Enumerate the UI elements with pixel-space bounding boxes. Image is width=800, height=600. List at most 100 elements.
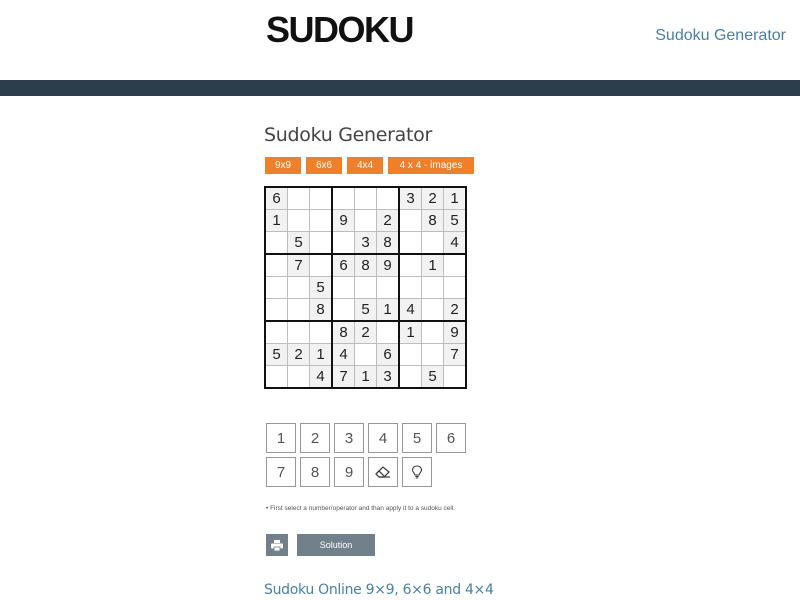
pad-button-6[interactable]: 6 bbox=[436, 423, 466, 453]
sudoku-cell[interactable] bbox=[398, 365, 422, 389]
sudoku-cell[interactable]: 4 bbox=[331, 343, 355, 366]
mode-button-9x9[interactable]: 9x9 bbox=[265, 157, 301, 174]
sudoku-cell[interactable]: 1 bbox=[376, 298, 400, 322]
eraser-button[interactable] bbox=[368, 457, 398, 487]
sudoku-cell[interactable] bbox=[354, 276, 377, 299]
sudoku-cell[interactable]: 8 bbox=[309, 298, 333, 322]
sudoku-cell[interactable] bbox=[287, 320, 310, 344]
sudoku-cell[interactable]: 2 bbox=[354, 320, 377, 344]
sudoku-cell[interactable] bbox=[264, 276, 288, 299]
sudoku-cell[interactable]: 6 bbox=[331, 253, 355, 277]
sudoku-cell[interactable] bbox=[287, 365, 310, 389]
pad-button-9[interactable]: 9 bbox=[334, 457, 364, 487]
sudoku-cell[interactable] bbox=[376, 186, 400, 210]
sudoku-cell[interactable] bbox=[421, 298, 444, 322]
sudoku-cell[interactable] bbox=[264, 298, 288, 322]
sudoku-cell[interactable] bbox=[354, 186, 377, 210]
sudoku-cell[interactable]: 5 bbox=[287, 231, 310, 255]
sudoku-cell[interactable] bbox=[354, 209, 377, 232]
pad-button-4[interactable]: 4 bbox=[368, 423, 398, 453]
sudoku-cell[interactable]: 1 bbox=[421, 253, 444, 277]
sudoku-cell[interactable] bbox=[309, 320, 333, 344]
sudoku-cell[interactable] bbox=[443, 253, 467, 277]
sudoku-cell[interactable]: 9 bbox=[331, 209, 355, 232]
sudoku-cell[interactable]: 3 bbox=[354, 231, 377, 255]
sudoku-cell[interactable] bbox=[287, 209, 310, 232]
sudoku-cell[interactable]: 2 bbox=[287, 343, 310, 366]
pad-button-2[interactable]: 2 bbox=[300, 423, 330, 453]
sudoku-cell[interactable] bbox=[287, 186, 310, 210]
pad-button-8[interactable]: 8 bbox=[300, 457, 330, 487]
site-logo[interactable]: SUDOKU bbox=[266, 10, 415, 50]
sudoku-cell[interactable] bbox=[421, 231, 444, 255]
sudoku-cell[interactable]: 5 bbox=[354, 298, 377, 322]
hint-button[interactable] bbox=[402, 457, 432, 487]
sudoku-cell[interactable]: 2 bbox=[443, 298, 467, 322]
sudoku-cell[interactable] bbox=[287, 298, 310, 322]
sudoku-cell[interactable] bbox=[443, 365, 467, 389]
sudoku-cell[interactable]: 5 bbox=[421, 365, 444, 389]
pad-button-5[interactable]: 5 bbox=[402, 423, 432, 453]
solution-button[interactable]: Solution bbox=[297, 534, 375, 556]
sudoku-cell[interactable] bbox=[376, 276, 400, 299]
sudoku-cell[interactable]: 5 bbox=[443, 209, 467, 232]
sudoku-cell[interactable]: 6 bbox=[376, 343, 400, 366]
sudoku-cell[interactable] bbox=[443, 276, 467, 299]
sudoku-cell[interactable]: 5 bbox=[264, 343, 288, 366]
sudoku-cell[interactable]: 9 bbox=[376, 253, 400, 277]
sudoku-cell[interactable] bbox=[309, 253, 333, 277]
sudoku-cell[interactable]: 7 bbox=[331, 365, 355, 389]
sudoku-cell[interactable] bbox=[264, 320, 288, 344]
sudoku-cell[interactable]: 8 bbox=[421, 209, 444, 232]
sudoku-cell[interactable] bbox=[264, 253, 288, 277]
sudoku-cell[interactable]: 8 bbox=[331, 320, 355, 344]
footer-link-sudoku-online[interactable]: Sudoku Online 9×9, 6×6 and 4×4 bbox=[264, 582, 494, 598]
sudoku-cell[interactable] bbox=[264, 365, 288, 389]
mode-button-4x4[interactable]: 4x4 bbox=[347, 157, 383, 174]
sudoku-cell[interactable]: 8 bbox=[376, 231, 400, 255]
sudoku-cell[interactable]: 9 bbox=[443, 320, 467, 344]
sudoku-cell[interactable] bbox=[264, 231, 288, 255]
sudoku-cell[interactable]: 8 bbox=[354, 253, 377, 277]
sudoku-cell[interactable] bbox=[354, 343, 377, 366]
sudoku-cell[interactable]: 2 bbox=[376, 209, 400, 232]
sudoku-cell[interactable] bbox=[398, 253, 422, 277]
sudoku-cell[interactable]: 4 bbox=[443, 231, 467, 255]
sudoku-cell[interactable]: 7 bbox=[443, 343, 467, 366]
sudoku-cell[interactable]: 3 bbox=[376, 365, 400, 389]
sudoku-cell[interactable] bbox=[309, 231, 333, 255]
sudoku-cell[interactable] bbox=[287, 276, 310, 299]
sudoku-cell[interactable] bbox=[398, 231, 422, 255]
pad-button-1[interactable]: 1 bbox=[266, 423, 296, 453]
sudoku-cell[interactable]: 1 bbox=[264, 209, 288, 232]
sudoku-cell[interactable]: 2 bbox=[421, 186, 444, 210]
sudoku-cell[interactable] bbox=[398, 343, 422, 366]
sudoku-cell[interactable] bbox=[421, 343, 444, 366]
sudoku-cell[interactable] bbox=[331, 186, 355, 210]
pad-button-7[interactable]: 7 bbox=[266, 457, 296, 487]
mode-button-6x6[interactable]: 6x6 bbox=[306, 157, 342, 174]
sudoku-cell[interactable] bbox=[398, 209, 422, 232]
sudoku-cell[interactable]: 1 bbox=[443, 186, 467, 210]
sudoku-cell[interactable] bbox=[331, 298, 355, 322]
sudoku-cell[interactable] bbox=[376, 320, 400, 344]
sudoku-cell[interactable]: 5 bbox=[309, 276, 333, 299]
sudoku-cell[interactable]: 3 bbox=[398, 186, 422, 210]
sudoku-cell[interactable]: 4 bbox=[398, 298, 422, 322]
sudoku-cell[interactable]: 1 bbox=[398, 320, 422, 344]
sudoku-cell[interactable] bbox=[331, 231, 355, 255]
sudoku-cell[interactable] bbox=[421, 276, 444, 299]
pad-button-3[interactable]: 3 bbox=[334, 423, 364, 453]
nav-link-sudoku-generator[interactable]: Sudoku Generator bbox=[655, 27, 786, 45]
mode-button-4x4-images[interactable]: 4 x 4 - images bbox=[388, 157, 474, 174]
sudoku-cell[interactable]: 6 bbox=[264, 186, 288, 210]
sudoku-cell[interactable]: 1 bbox=[309, 343, 333, 366]
sudoku-cell[interactable] bbox=[331, 276, 355, 299]
sudoku-cell[interactable] bbox=[398, 276, 422, 299]
sudoku-cell[interactable]: 4 bbox=[309, 365, 333, 389]
sudoku-cell[interactable]: 7 bbox=[287, 253, 310, 277]
sudoku-cell[interactable] bbox=[309, 186, 333, 210]
sudoku-cell[interactable]: 1 bbox=[354, 365, 377, 389]
print-button[interactable] bbox=[266, 534, 288, 556]
sudoku-cell[interactable] bbox=[309, 209, 333, 232]
